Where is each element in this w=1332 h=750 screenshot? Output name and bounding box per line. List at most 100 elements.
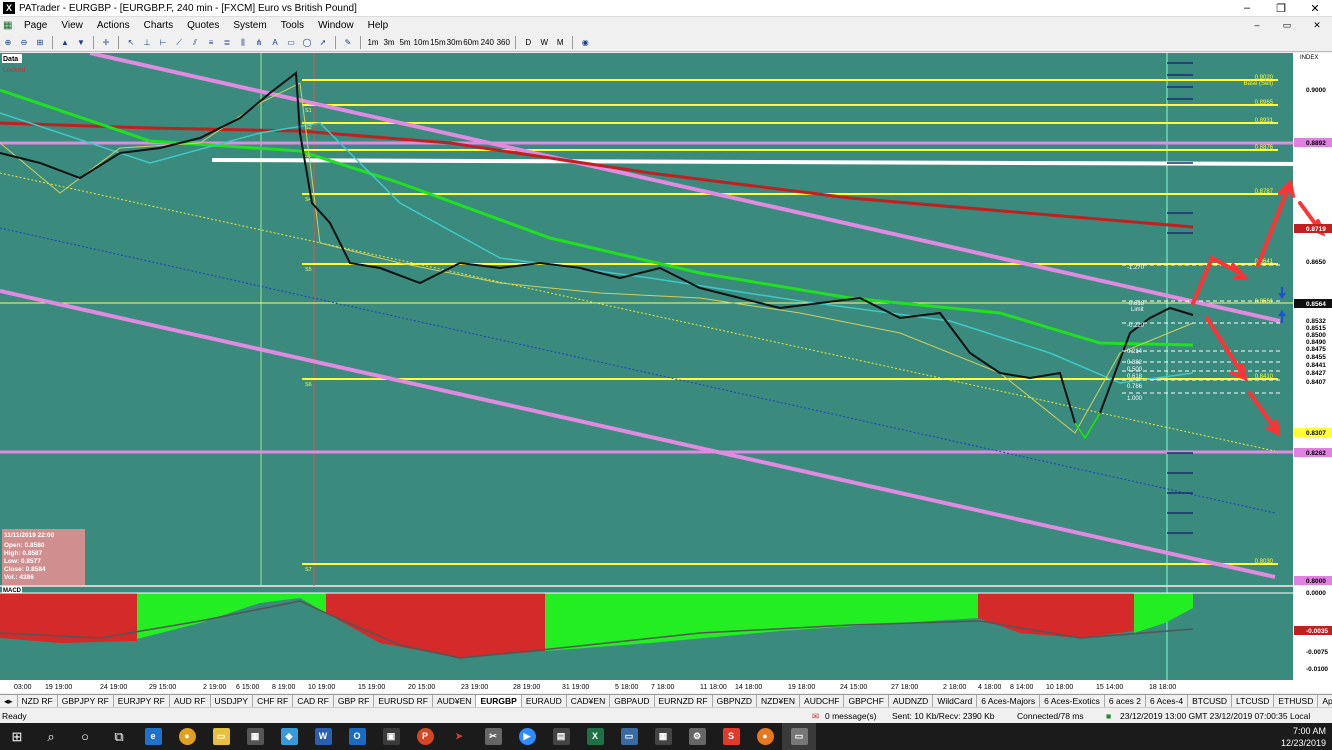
symbol-tab[interactable]: GBPNZD: [713, 695, 758, 707]
symbol-tab[interactable]: GBP RF: [334, 695, 375, 707]
tools-icon[interactable]: ✂: [476, 723, 510, 750]
close-button[interactable]: ✕: [1298, 2, 1332, 15]
fib-icon[interactable]: ≡: [204, 36, 219, 50]
trendline-icon[interactable]: ⟋: [172, 36, 187, 50]
symbol-tab[interactable]: ETHUSD: [1274, 695, 1319, 707]
period-d[interactable]: D: [521, 36, 536, 50]
fib-ext-icon[interactable]: ≣: [220, 36, 235, 50]
period-3m[interactable]: 3m: [382, 36, 397, 50]
symbol-tab[interactable]: EURUSD RF: [374, 695, 433, 707]
settings-icon[interactable]: ⚙: [680, 723, 714, 750]
period-10m[interactable]: 10m: [414, 36, 430, 50]
fib-time-icon[interactable]: ⫼: [236, 36, 251, 50]
zoom-in-icon[interactable]: ⊕: [1, 36, 16, 50]
taskbar-clock[interactable]: 7:00 AM 12/23/2019: [1281, 725, 1332, 749]
menu-actions[interactable]: Actions: [90, 20, 137, 31]
symbol-tab[interactable]: 6 aces 2: [1105, 695, 1147, 707]
word-icon[interactable]: W: [306, 723, 340, 750]
child-close-button[interactable]: ✕: [1302, 20, 1332, 31]
symbol-tab[interactable]: LTCUSD: [1232, 695, 1275, 707]
period-360[interactable]: 360: [496, 36, 511, 50]
active-window-icon[interactable]: ▭: [782, 723, 816, 750]
chart-area[interactable]: Data Locked INDEX S1 S2 S3 S4 S5 S6 S7 0.9020…: [0, 53, 1332, 693]
task-view-icon[interactable]: ⧉: [102, 723, 136, 750]
period-15m[interactable]: 15m: [430, 36, 446, 50]
excel-icon[interactable]: X: [578, 723, 612, 750]
symbol-tab[interactable]: 6 Aces-Majors: [977, 695, 1041, 707]
symbol-tab[interactable]: EURGBP: [476, 695, 522, 707]
symbol-tab[interactable]: EURAUD: [522, 695, 567, 707]
symbol-tab[interactable]: USDJPY: [211, 695, 254, 707]
symbol-tab[interactable]: Apple: [1318, 695, 1332, 707]
symbol-tab[interactable]: AUDNZD: [889, 695, 934, 707]
symbol-tab[interactable]: 6 Aces-Exotics: [1040, 695, 1105, 707]
menu-view[interactable]: View: [54, 20, 90, 31]
symbol-tab[interactable]: NZD¥EN: [757, 695, 801, 707]
edge-icon[interactable]: e: [136, 723, 170, 750]
chart-settings-icon[interactable]: ▼: [74, 36, 89, 50]
ellipse-icon[interactable]: ◯: [300, 36, 315, 50]
calculator-icon[interactable]: ▤: [544, 723, 578, 750]
crosshair-icon[interactable]: ✛: [99, 36, 114, 50]
message-icon[interactable]: ✉: [812, 711, 819, 722]
powerpoint-icon[interactable]: P: [408, 723, 442, 750]
restore-button[interactable]: ❐: [1264, 2, 1298, 15]
zoom-icon[interactable]: ▶: [510, 723, 544, 750]
child-minimize-button[interactable]: –: [1242, 20, 1272, 31]
menu-system[interactable]: System: [226, 20, 273, 31]
period-1m[interactable]: 1m: [366, 36, 381, 50]
app-s-icon[interactable]: S: [714, 723, 748, 750]
symbol-tab[interactable]: AUD¥EN: [433, 695, 477, 707]
refresh-icon[interactable]: ◉: [578, 36, 593, 50]
symbol-tab[interactable]: EURNZD RF: [655, 695, 713, 707]
explorer-icon[interactable]: ▭: [204, 723, 238, 750]
search-icon[interactable]: ⌕: [34, 723, 68, 750]
rect-icon[interactable]: ▭: [284, 36, 299, 50]
period-w[interactable]: W: [537, 36, 552, 50]
symbol-tab[interactable]: AUD RF: [170, 695, 211, 707]
menu-tools[interactable]: Tools: [274, 20, 311, 31]
symbol-tab[interactable]: CAD RF: [293, 695, 334, 707]
minimize-button[interactable]: –: [1230, 2, 1264, 14]
bird-icon[interactable]: ➤: [442, 723, 476, 750]
period-30m[interactable]: 30m: [447, 36, 463, 50]
menu-help[interactable]: Help: [361, 20, 396, 31]
menu-page[interactable]: Page: [17, 20, 54, 31]
symbol-tab[interactable]: GBPJPY RF: [58, 695, 114, 707]
symbol-tab[interactable]: AUDCHF: [800, 695, 845, 707]
monitor-icon[interactable]: ▭: [612, 723, 646, 750]
chrome-icon[interactable]: ●: [170, 723, 204, 750]
hline-icon[interactable]: ⊥: [140, 36, 155, 50]
fib-fan-icon[interactable]: ⋔: [252, 36, 267, 50]
symbol-tab[interactable]: GBPCHF: [844, 695, 889, 707]
text-icon[interactable]: A: [268, 36, 283, 50]
pointer-icon[interactable]: ↖: [124, 36, 139, 50]
tab-nav-icon[interactable]: ◂▸: [0, 695, 18, 707]
symbol-tab[interactable]: BTCUSD: [1188, 695, 1233, 707]
scale-icon[interactable]: ⊞: [33, 36, 48, 50]
period-240[interactable]: 240: [480, 36, 495, 50]
symbol-tab[interactable]: NZD RF: [18, 695, 58, 707]
menu-charts[interactable]: Charts: [137, 20, 180, 31]
symbol-tab[interactable]: GBPAUD: [610, 695, 655, 707]
remote-icon[interactable]: ▦: [646, 723, 680, 750]
zoom-out-icon[interactable]: ⊖: [17, 36, 32, 50]
patrader-icon[interactable]: ▦: [238, 723, 272, 750]
outlook-icon[interactable]: O: [340, 723, 374, 750]
period-60m[interactable]: 60m: [463, 36, 479, 50]
period-5m[interactable]: 5m: [398, 36, 413, 50]
symbol-tab[interactable]: CAD¥EN: [567, 695, 611, 707]
notes-icon[interactable]: ◆: [272, 723, 306, 750]
symbol-tab[interactable]: 6 Aces-4: [1146, 695, 1189, 707]
symbol-tab[interactable]: EURJPY RF: [114, 695, 170, 707]
symbol-tab[interactable]: CHF RF: [253, 695, 294, 707]
symbol-tab[interactable]: WildCard: [933, 695, 978, 707]
child-restore-button[interactable]: ▭: [1272, 20, 1302, 31]
pictures-icon[interactable]: ▣: [374, 723, 408, 750]
channel-icon[interactable]: ⫽: [188, 36, 203, 50]
draw-icon[interactable]: ✎: [341, 36, 356, 50]
period-m[interactable]: M: [553, 36, 568, 50]
app-orange-icon[interactable]: ●: [748, 723, 782, 750]
vline-icon[interactable]: ⊢: [156, 36, 171, 50]
cortana-icon[interactable]: ○: [68, 723, 102, 750]
